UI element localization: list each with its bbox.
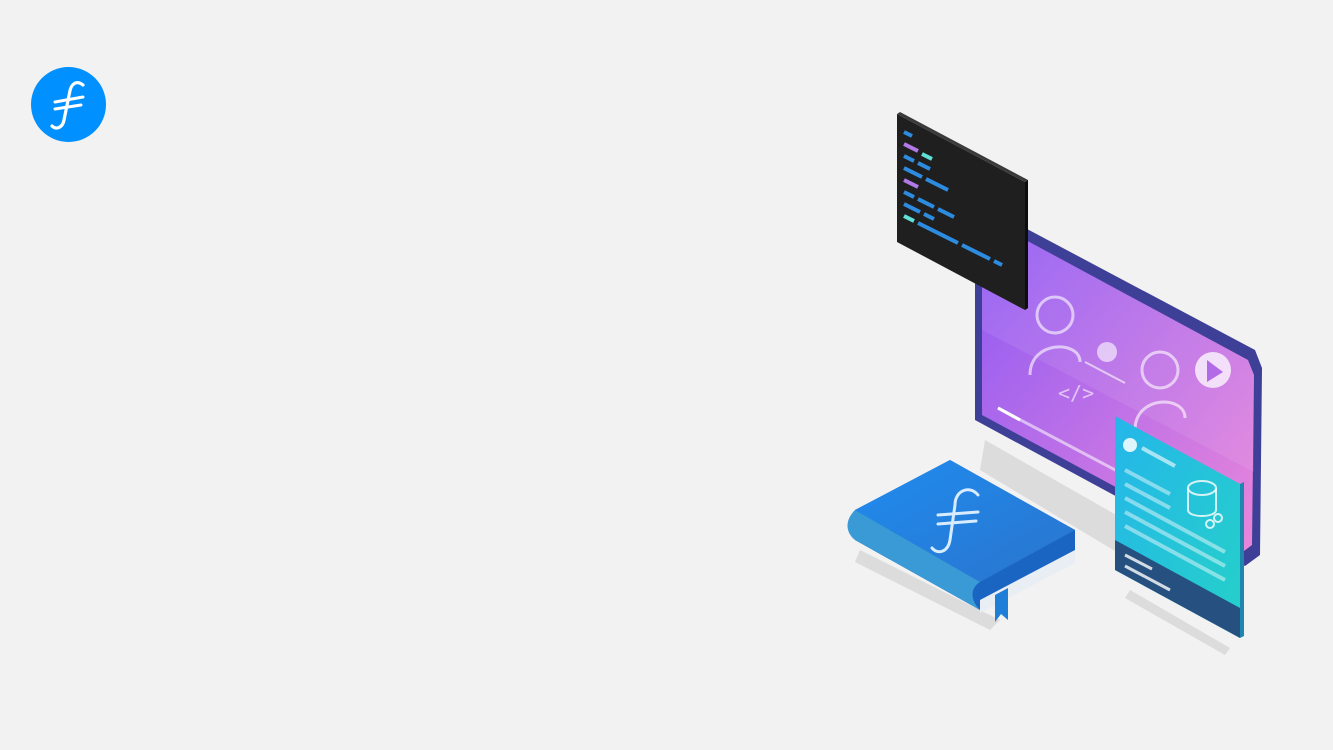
- code-terminal-icon: [897, 112, 1028, 310]
- developer-illustration: </>: [847, 112, 1262, 655]
- filecoin-logo-icon: [31, 67, 106, 142]
- slide-canvas: </>: [0, 0, 1333, 750]
- play-icon: [1195, 352, 1231, 388]
- svg-text:</>: </>: [1058, 381, 1094, 405]
